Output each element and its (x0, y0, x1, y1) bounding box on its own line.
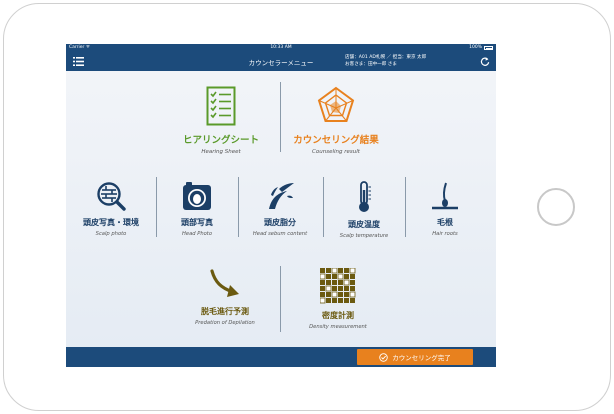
hair-root-icon (432, 182, 458, 210)
scalp-temperature-label: 頭皮温度 (348, 220, 380, 229)
scalp-temperature-tile[interactable]: 頭皮温度 Scalp temperature (324, 181, 404, 239)
density-grid-icon (320, 268, 356, 304)
divider-top (280, 82, 281, 152)
check-circle-icon (379, 352, 388, 362)
complete-counseling-button[interactable]: カウンセリング完了 (357, 349, 473, 365)
session-info: 店舗：A01 AD札幌 ／ 担当：東京 太郎 お客さま：田中一郎 さま (345, 54, 426, 68)
home-button[interactable] (537, 188, 575, 226)
head-photo-tile[interactable]: 頭部写真 Head Photo (160, 181, 234, 237)
app-screen: Carrier ᯤ 10:33 AM 100% カウンセラーメニュー 店舗：A0… (66, 44, 496, 367)
store-staff-info: 店舗：A01 AD札幌 ／ 担当：東京 太郎 (345, 55, 427, 60)
scalp-photo-tile[interactable]: 頭皮写真・環境 Scalp photo (70, 181, 152, 237)
radar-chart-icon (317, 86, 355, 122)
refresh-icon[interactable] (480, 56, 490, 67)
page-title: カウンセラーメニュー (248, 59, 314, 67)
counseling-result-label: カウンセリング結果 (293, 135, 379, 146)
hair-roots-sublabel: Hair roots (432, 231, 458, 237)
thermometer-icon (359, 181, 371, 212)
scalp-temperature-sublabel: Scalp temperature (339, 233, 389, 239)
status-bar: Carrier ᯤ 10:33 AM 100% (66, 44, 496, 52)
trend-arrow-icon (210, 269, 239, 297)
nav-bar: カウンセラーメニュー 店舗：A01 AD札幌 ／ 担当：東京 太郎 お客さま：田… (66, 52, 496, 71)
head-sebum-sublabel: Head sebum content (252, 231, 308, 237)
scalp-photo-label: 頭皮写真・環境 (83, 218, 139, 227)
complete-counseling-label: カウンセリング完了 (392, 354, 451, 362)
depilation-tile[interactable]: 脱毛進行予測 Predation of Depilation (180, 268, 270, 326)
hearing-sheet-tile[interactable]: ヒアリングシート Hearing Sheet (176, 86, 266, 155)
divider-mid-1 (156, 177, 157, 237)
battery-percent: 100% (469, 45, 482, 50)
head-sebum-tile[interactable]: 頭皮脂分 Head sebum content (240, 181, 320, 237)
hearing-sheet-sublabel: Hearing Sheet (201, 149, 241, 155)
oil-drops-icon (269, 183, 294, 209)
hair-roots-tile[interactable]: 毛根 Hair roots (410, 181, 480, 237)
head-photo-label: 頭部写真 (181, 218, 213, 227)
scalp-magnifier-icon (97, 182, 126, 211)
hair-roots-label: 毛根 (437, 218, 453, 227)
density-tile[interactable]: 密度計測 Density measurement (292, 268, 384, 330)
divider-bottom (280, 266, 281, 332)
counseling-result-sublabel: Counseling result (312, 149, 360, 155)
head-photo-sublabel: Head Photo (181, 231, 212, 237)
checklist-icon (206, 86, 236, 126)
head-sebum-label: 頭皮脂分 (264, 218, 296, 227)
counseling-result-tile[interactable]: カウンセリング結果 Counseling result (290, 86, 382, 155)
divider-mid-4 (405, 177, 406, 237)
depilation-sublabel: Predation of Depilation (195, 320, 255, 326)
clock: 10:33 AM (270, 45, 292, 50)
density-label: 密度計測 (322, 311, 354, 320)
battery-indicator: 100% (469, 44, 493, 52)
density-sublabel: Density measurement (309, 324, 367, 330)
hearing-sheet-label: ヒアリングシート (182, 135, 259, 146)
scalp-photo-sublabel: Scalp photo (95, 231, 127, 237)
customer-info: お客さま：田中一郎 さま (345, 62, 397, 67)
depilation-label: 脱毛進行予測 (201, 307, 249, 316)
footer-bar: カウンセリング完了 (66, 347, 496, 367)
divider-mid-2 (238, 177, 239, 237)
camera-icon (183, 182, 211, 210)
battery-icon (484, 46, 493, 50)
